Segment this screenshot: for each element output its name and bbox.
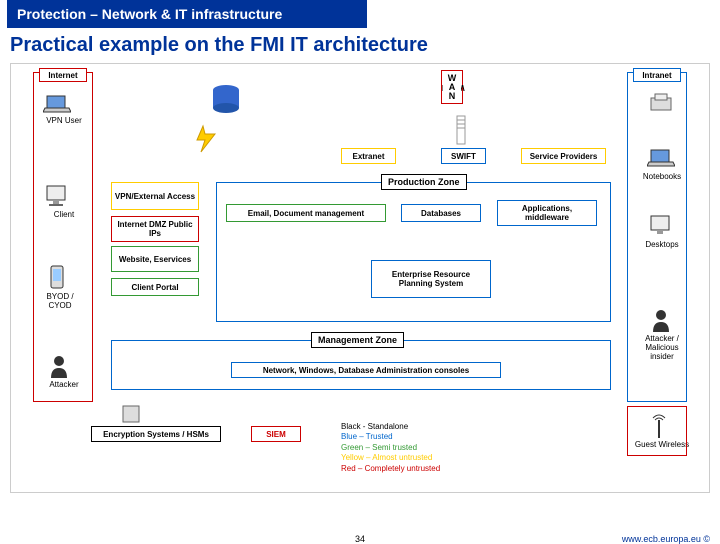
byod-phone-icon	[49, 264, 65, 290]
intranet-label: Intranet	[633, 68, 681, 82]
section-header: Protection – Network & IT infrastructure	[7, 0, 367, 28]
desktops-icon	[649, 214, 675, 238]
byod-label: BYOD / CYOD	[35, 292, 85, 310]
legend-green: Green – Semi trusted	[341, 443, 440, 453]
color-legend: Black - Standalone Blue – Trusted Green …	[341, 422, 440, 474]
admin-consoles-box: Network, Windows, Database Administratio…	[231, 362, 501, 378]
desktops-label: Desktops	[637, 240, 687, 249]
service-providers-box: Service Providers	[521, 148, 606, 164]
attacker-right-label: Attacker / Malicious insider	[633, 334, 691, 361]
legend-blue: Blue – Trusted	[341, 432, 440, 442]
database-icon	[211, 84, 241, 114]
wireless-zone	[627, 406, 687, 456]
swift-tower-icon	[451, 112, 471, 146]
dmz-box: Internet DMZ Public IPs	[111, 216, 199, 242]
legend-yellow: Yellow – Almost untrusted	[341, 453, 440, 463]
databases-box: Databases	[401, 204, 481, 222]
hsm-server-icon	[121, 404, 141, 424]
vpn-user-label: VPN User	[39, 116, 89, 125]
siem-box: SIEM	[251, 426, 301, 442]
architecture-diagram: Internet Intranet WAN WAN Extranet SWIFT…	[10, 63, 710, 493]
lightning-icon	[191, 124, 221, 154]
email-box: Email, Document management	[226, 204, 386, 222]
attacker-left-label: Attacker	[39, 380, 89, 389]
legend-black: Black - Standalone	[341, 422, 440, 432]
page-number: 34	[355, 534, 365, 544]
production-zone-label: Production Zone	[381, 174, 467, 190]
vpn-access-box: VPN/External Access	[111, 182, 199, 210]
erp-box: Enterprise Resource Planning System	[371, 260, 491, 298]
wan-inner: WAN	[443, 72, 461, 102]
notebooks-printer-icon	[647, 92, 675, 116]
extranet-box: Extranet	[341, 148, 396, 164]
footer-url: www.ecb.europa.eu ©	[622, 534, 710, 544]
notebooks-laptop-icon	[647, 148, 675, 168]
swift-box: SWIFT	[441, 148, 486, 164]
internet-label: Internet	[39, 68, 87, 82]
vpn-user-laptop-icon	[43, 94, 71, 114]
legend-red: Red – Completely untrusted	[341, 464, 440, 474]
website-box: Website, Eservices	[111, 246, 199, 272]
client-desktop-icon	[45, 184, 71, 208]
client-portal-box: Client Portal	[111, 278, 199, 296]
notebooks-label: Notebooks	[637, 172, 687, 181]
page-title: Practical example on the FMI IT architec…	[0, 28, 720, 63]
hsm-box: Encryption Systems / HSMs	[91, 426, 221, 442]
apps-box: Applications, middleware	[497, 200, 597, 226]
attacker-left-icon	[49, 354, 69, 378]
management-zone-label: Management Zone	[311, 332, 404, 348]
attacker-right-icon	[651, 308, 671, 332]
client-label: Client	[39, 210, 89, 219]
